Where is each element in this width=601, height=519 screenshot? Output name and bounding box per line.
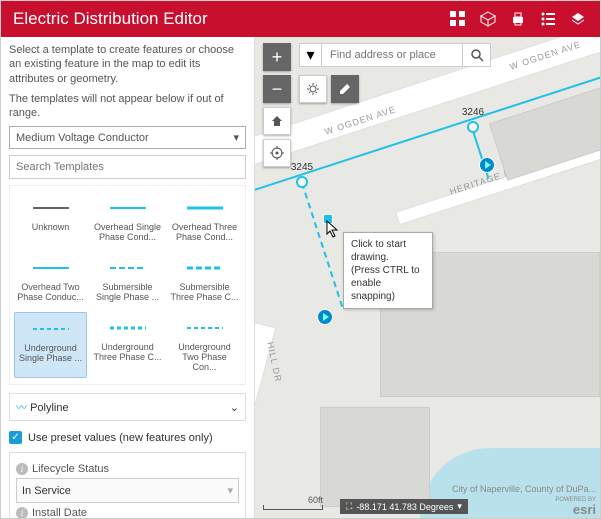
cube-icon[interactable]: [474, 5, 502, 33]
locate-button[interactable]: [263, 139, 291, 167]
intro-text-2: The templates will not appear below if o…: [9, 92, 246, 121]
expand-icon: ⛶: [346, 501, 352, 512]
map-view[interactable]: W OGDEN AVE W OGDEN AVE HERITAGE HILL DR…: [255, 37, 600, 518]
attribution: City of Naperville, County of DuPa... PO…: [452, 485, 596, 516]
search-button[interactable]: [462, 44, 490, 66]
template-sub-single[interactable]: Submersible Single Phase ...: [91, 252, 164, 308]
road-label-hill: HILL DR: [265, 341, 283, 383]
preset-checkbox-row[interactable]: ✓ Use preset values (new features only): [9, 431, 246, 444]
zoom-in-button[interactable]: +: [263, 43, 291, 71]
template-grid: Unknown Overhead Single Phase Cond... Ov…: [9, 185, 246, 385]
dropdown-icon: ▾: [227, 484, 233, 497]
template-sub-three[interactable]: Submersible Three Phase C...: [168, 252, 241, 308]
template-oh-three[interactable]: Overhead Three Phase Cond...: [168, 192, 241, 248]
editor-sidebar: Select a template to create features or …: [1, 37, 255, 518]
attribute-form: iLifecycle Status In Service▾ iInstall D…: [9, 452, 246, 518]
intro-text-1: Select a template to create features or …: [9, 43, 246, 86]
info-icon: i: [16, 507, 28, 518]
lifecycle-input[interactable]: In Service▾: [16, 478, 239, 503]
list-icon[interactable]: [534, 5, 562, 33]
node-label-b: 3246: [462, 107, 484, 118]
app-title: Electric Distribution Editor: [13, 9, 208, 29]
lifecycle-label: iLifecycle Status: [16, 463, 239, 475]
cursor-icon: [326, 220, 340, 238]
layer-select[interactable]: Medium Voltage Conductor ▾: [9, 126, 246, 149]
layer-select-value: Medium Voltage Conductor: [16, 132, 149, 144]
template-ug-single[interactable]: Underground Single Phase ...: [14, 312, 87, 378]
info-icon: i: [16, 463, 28, 475]
chevron-down-icon: ⌄: [230, 401, 239, 414]
node-label-a: 3245: [291, 162, 313, 173]
scale-bar: 60ft: [263, 495, 323, 510]
drawing-tooltip: Click to start drawing. (Press CTRL to e…: [343, 232, 433, 309]
header-toolbar: [444, 5, 600, 33]
template-ug-two[interactable]: Underground Two Phase Con...: [168, 312, 241, 378]
print-icon[interactable]: [504, 5, 532, 33]
template-oh-two[interactable]: Overhead Two Phase Conduc...: [14, 252, 87, 308]
edit-button[interactable]: [331, 75, 359, 103]
grid-icon[interactable]: [444, 5, 472, 33]
direction-arrow-icon: [479, 157, 495, 173]
search-bar: ▾: [299, 43, 491, 67]
template-search-input[interactable]: [9, 155, 246, 179]
home-button[interactable]: [263, 107, 291, 135]
install-label: iInstall Date: [16, 507, 239, 518]
map-search-input[interactable]: [322, 44, 462, 66]
search-history-button[interactable]: ▾: [300, 44, 322, 66]
settings-button[interactable]: [299, 75, 327, 103]
checkbox-checked-icon: ✓: [9, 431, 22, 444]
chevron-down-icon: ▾: [233, 131, 239, 144]
template-ug-three[interactable]: Underground Three Phase C...: [91, 312, 164, 378]
template-oh-single[interactable]: Overhead Single Phase Cond...: [91, 192, 164, 248]
zoom-controls: + −: [263, 43, 291, 167]
coordinate-display[interactable]: ⛶ -88.171 41.783 Degrees ▾: [340, 499, 468, 514]
template-unknown[interactable]: Unknown: [14, 192, 87, 248]
draw-tool-label: Polyline: [30, 402, 69, 414]
zoom-out-button[interactable]: −: [263, 75, 291, 103]
layers-icon[interactable]: [564, 5, 592, 33]
draw-tool-select[interactable]: 〰 Polyline ⌄: [9, 393, 246, 421]
direction-arrow-icon: [317, 309, 333, 325]
app-header: Electric Distribution Editor: [1, 1, 600, 37]
preset-label: Use preset values (new features only): [28, 432, 213, 444]
